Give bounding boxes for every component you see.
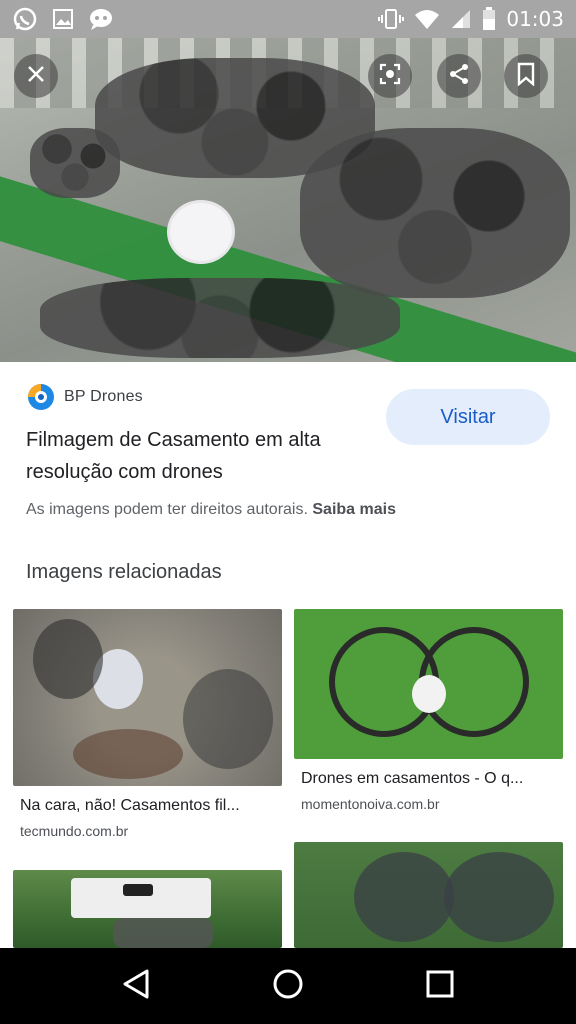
- bride-dress: [170, 203, 232, 261]
- thumb-guests: [183, 669, 273, 769]
- recents-button[interactable]: [410, 956, 470, 1016]
- battery-icon: [482, 7, 496, 31]
- share-button[interactable]: [437, 54, 481, 98]
- guests-group-right: [300, 128, 570, 298]
- back-button[interactable]: [106, 956, 166, 1016]
- source-name: BP Drones: [64, 388, 143, 405]
- status-bar: 01:03: [0, 0, 576, 38]
- related-thumbnail-1[interactable]: [13, 609, 282, 786]
- clock: 01:03: [506, 7, 564, 31]
- wifi-icon: [414, 8, 440, 30]
- copyright-notice: As imagens podem ter direitos autorais. …: [26, 501, 396, 519]
- thumb-heart-crowd: [444, 852, 554, 942]
- page-title[interactable]: Filmagem de Casamento em alta resolução …: [26, 424, 376, 488]
- back-icon: [121, 968, 151, 1005]
- bookmark-button[interactable]: [504, 54, 548, 98]
- guests-group-bottom: [40, 278, 400, 358]
- share-icon: [447, 62, 471, 91]
- notification-icons: [12, 6, 116, 32]
- lens-button[interactable]: [368, 54, 412, 98]
- guests-group-left: [30, 128, 120, 198]
- lens-icon: [378, 62, 402, 91]
- related-thumbnail-4[interactable]: [294, 842, 563, 948]
- home-icon: [272, 968, 304, 1005]
- source-row[interactable]: BP Drones: [26, 382, 143, 412]
- thumb-heart-crowd: [354, 852, 454, 942]
- related-thumbnail-3[interactable]: [13, 870, 282, 948]
- thumb-couple: [412, 675, 446, 713]
- thumb-guests: [33, 619, 103, 699]
- related-thumbnail-2[interactable]: [294, 609, 563, 759]
- related-domain-1: tecmundo.com.br: [20, 823, 129, 839]
- chat-game-icon: [88, 7, 116, 31]
- bp-drones-logo-icon: [26, 382, 56, 412]
- vibrate-icon: [378, 7, 405, 31]
- close-icon: [26, 64, 46, 89]
- hero-image[interactable]: [0, 38, 576, 362]
- bookmark-icon: [516, 62, 536, 91]
- related-title-1[interactable]: Na cara, não! Casamentos fil...: [20, 797, 240, 815]
- signal-icon: [450, 8, 472, 30]
- home-button[interactable]: [258, 956, 318, 1016]
- whatsapp-icon: [12, 6, 38, 32]
- related-section-title: Imagens relacionadas: [26, 561, 222, 583]
- related-title-2[interactable]: Drones em casamentos - O q...: [301, 770, 523, 788]
- thumb-drone: [123, 884, 153, 896]
- learn-more-link[interactable]: Saiba mais: [312, 501, 396, 518]
- system-nav-bar: [0, 948, 576, 1024]
- close-button[interactable]: [14, 54, 58, 98]
- copyright-text: As imagens podem ter direitos autorais.: [26, 501, 308, 518]
- system-icons: 01:03: [378, 7, 564, 31]
- thumb-guests: [113, 918, 213, 948]
- recents-icon: [426, 970, 454, 1003]
- thumb-guests: [73, 729, 183, 779]
- related-domain-2: momentonoiva.com.br: [301, 796, 440, 812]
- gallery-icon: [52, 8, 74, 30]
- visit-button[interactable]: Visitar: [386, 389, 550, 445]
